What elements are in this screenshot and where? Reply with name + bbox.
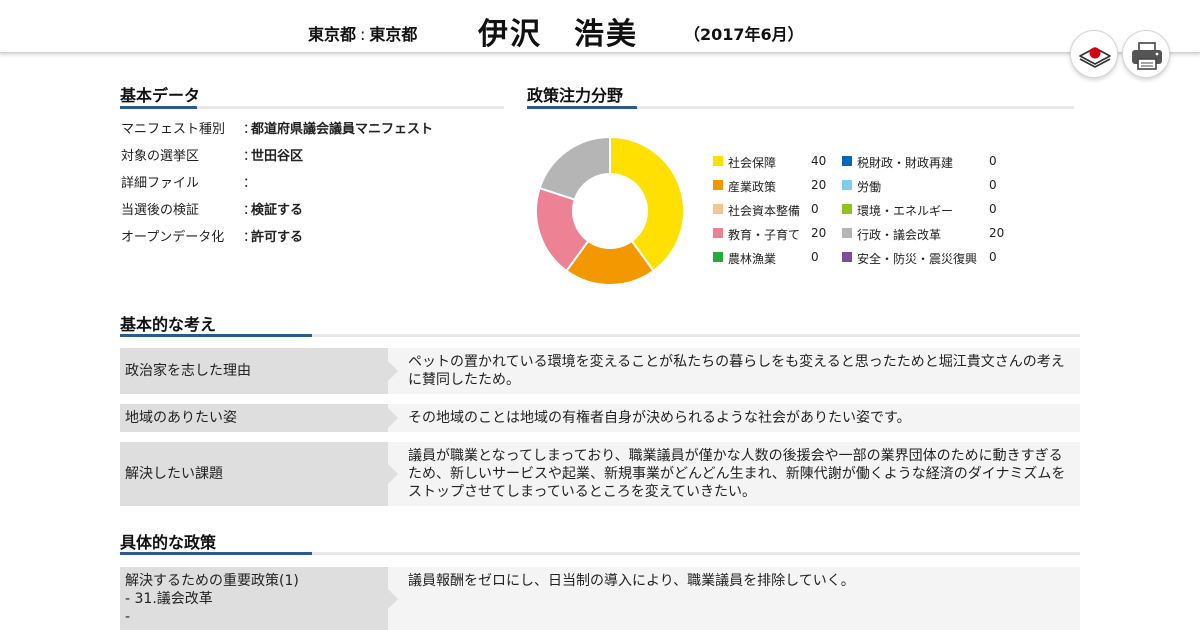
printer-icon	[1132, 42, 1162, 70]
legend-value: 0	[811, 202, 819, 216]
policy-row-label: 解決するための重要政策(1) - 31.議会改革 -	[125, 573, 299, 625]
idea-row-reason: 政治家を志した理由 ペットの置かれている環境を変えることが私たちの暮らしをも変え…	[120, 348, 1080, 394]
legend-swatch	[842, 204, 852, 214]
legend-value: 0	[989, 178, 997, 192]
prefecture: 東京都	[308, 25, 357, 44]
separator: :	[360, 25, 366, 44]
idea-row-issue: 解決したい課題 議員が職業となってしまっており、職業議員が僅かな人数の後援会や一…	[120, 442, 1080, 506]
specific-policies-underline	[120, 552, 1080, 555]
legend-swatch	[842, 180, 852, 190]
assembly: 東京都	[369, 25, 418, 44]
legend-value: 20	[811, 226, 827, 240]
basic-data-value: 世田谷区	[251, 149, 304, 164]
donut-slice-8	[538, 135, 611, 201]
idea-row-label: 政治家を志した理由	[125, 363, 251, 379]
basic-data-key: オープンデータ化	[121, 230, 225, 245]
legend-label: 安全・防災・震災復興	[857, 252, 978, 266]
basic-data-heading: 基本データ	[120, 86, 201, 105]
policy-focus-underline	[527, 106, 1074, 109]
row-arrow	[388, 588, 398, 609]
legend-label: 社会資本整備	[728, 204, 801, 218]
header-bar: 東京都: 東京都 伊沢 浩美 （2017年6月）	[0, 0, 1200, 53]
idea-row-text: 議員が職業となってしまっており、職業議員が僅かな人数の後援会や一部の業界団体のた…	[408, 448, 1066, 500]
policy-row-text: 議員報酬をゼロにし、日当制の導入により、職業議員を排除していく。	[408, 573, 855, 589]
idea-row-text: ペットの置かれている環境を変えることが私たちの暮らしをも変えると思ったためと堀江…	[408, 354, 1065, 388]
policy-donut-chart	[535, 135, 685, 286]
manifesto-date: （2017年6月）	[684, 25, 804, 44]
legend-value: 20	[989, 226, 1005, 240]
row-arrow	[388, 361, 398, 381]
policy-focus-heading: 政策注力分野	[527, 86, 624, 105]
row-arrow	[388, 464, 398, 484]
legend-label: 税財政・財政再建	[857, 156, 954, 170]
legend-swatch	[713, 180, 723, 190]
legend-value: 0	[989, 250, 997, 264]
idea-row-label: 解決したい課題	[125, 466, 223, 482]
prefecture-label: 東京都: 東京都	[308, 21, 417, 45]
legend-label: 農林漁業	[728, 252, 777, 266]
idea-row-label: 地域のありたい姿	[125, 410, 237, 426]
legend-value: 0	[811, 250, 819, 264]
basic-data-key: 詳細ファイル	[121, 176, 200, 191]
candidate-name: 伊沢 浩美	[478, 17, 638, 52]
legend-label: 行政・議会改革	[857, 228, 942, 242]
legend-swatch	[713, 156, 723, 166]
basic-data-value: 検証する	[251, 203, 304, 218]
legend-swatch	[842, 252, 852, 262]
legend-value: 40	[811, 154, 827, 168]
legend-value: 20	[811, 178, 827, 192]
basic-data-key: 対象の選挙区	[121, 149, 200, 164]
basic-data-value: 許可する	[251, 230, 304, 245]
basic-data-colon: ：	[243, 176, 257, 191]
legend-value: 0	[989, 154, 997, 168]
legend-swatch	[713, 204, 723, 214]
layers-button[interactable]	[1070, 30, 1118, 78]
legend-label: 教育・子育て	[728, 228, 801, 242]
basic-ideas-underline	[120, 334, 1080, 337]
policy-row-1: 解決するための重要政策(1) - 31.議会改革 - 議員報酬をゼロにし、日当制…	[120, 567, 1080, 630]
legend-swatch	[842, 228, 852, 238]
idea-row-text: その地域のことは地域の有権者自身が決められるような社会がありたい姿です。	[408, 410, 911, 426]
print-button[interactable]	[1122, 30, 1170, 78]
legend-label: 労働	[857, 180, 882, 194]
legend-label: 環境・エネルギー	[857, 204, 954, 218]
basic-data-value: 都道府県議会議員マニフェスト	[251, 122, 434, 137]
basic-data-key: マニフェスト種別	[121, 122, 226, 137]
legend-label: 産業政策	[728, 180, 777, 194]
row-arrow	[388, 408, 398, 428]
basic-data-key: 当選後の検証	[121, 203, 200, 218]
specific-policies-heading: 具体的な政策	[120, 533, 217, 552]
idea-row-vision: 地域のありたい姿 その地域のことは地域の有権者自身が決められるような社会がありた…	[120, 404, 1080, 432]
legend-label: 社会保障	[728, 156, 777, 170]
basic-data-underline	[120, 106, 504, 109]
layers-record-icon	[1079, 47, 1111, 68]
legend-swatch	[842, 156, 852, 166]
legend-swatch	[713, 228, 723, 238]
legend-swatch	[713, 252, 723, 262]
legend-value: 0	[989, 202, 997, 216]
basic-ideas-heading: 基本的な考え	[120, 315, 217, 334]
